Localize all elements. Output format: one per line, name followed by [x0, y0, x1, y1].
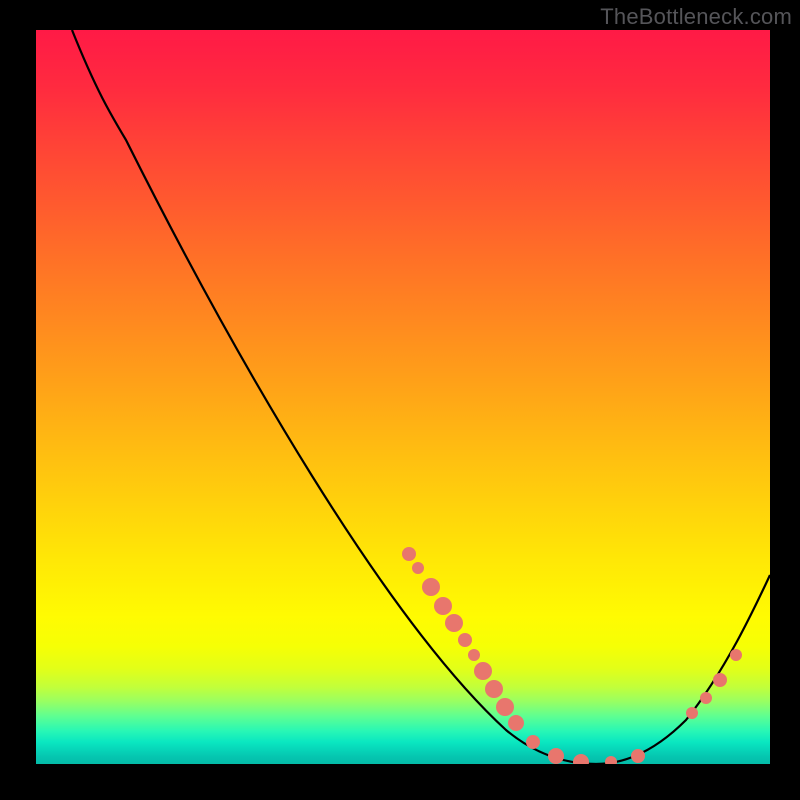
curve-marker [422, 578, 440, 596]
curve-marker [631, 749, 645, 763]
curve-marker [445, 614, 463, 632]
curve-marker [485, 680, 503, 698]
curve-marker [474, 662, 492, 680]
plot-area [36, 30, 770, 764]
curve-marker [686, 707, 698, 719]
bottleneck-curve-svg [36, 30, 770, 764]
curve-marker [434, 597, 452, 615]
curve-marker [605, 756, 617, 764]
bottleneck-curve [72, 30, 770, 764]
curve-marker [730, 649, 742, 661]
curve-marker [508, 715, 524, 731]
curve-marker [468, 649, 480, 661]
chart-frame: TheBottleneck.com [0, 0, 800, 800]
curve-marker [573, 754, 589, 764]
curve-marker [548, 748, 564, 764]
curve-marker [412, 562, 424, 574]
curve-marker [458, 633, 472, 647]
curve-marker [700, 692, 712, 704]
curve-marker [496, 698, 514, 716]
curve-marker [402, 547, 416, 561]
curve-marker [713, 673, 727, 687]
curve-marker [526, 735, 540, 749]
curve-markers [402, 547, 742, 764]
watermark-text: TheBottleneck.com [600, 4, 792, 30]
